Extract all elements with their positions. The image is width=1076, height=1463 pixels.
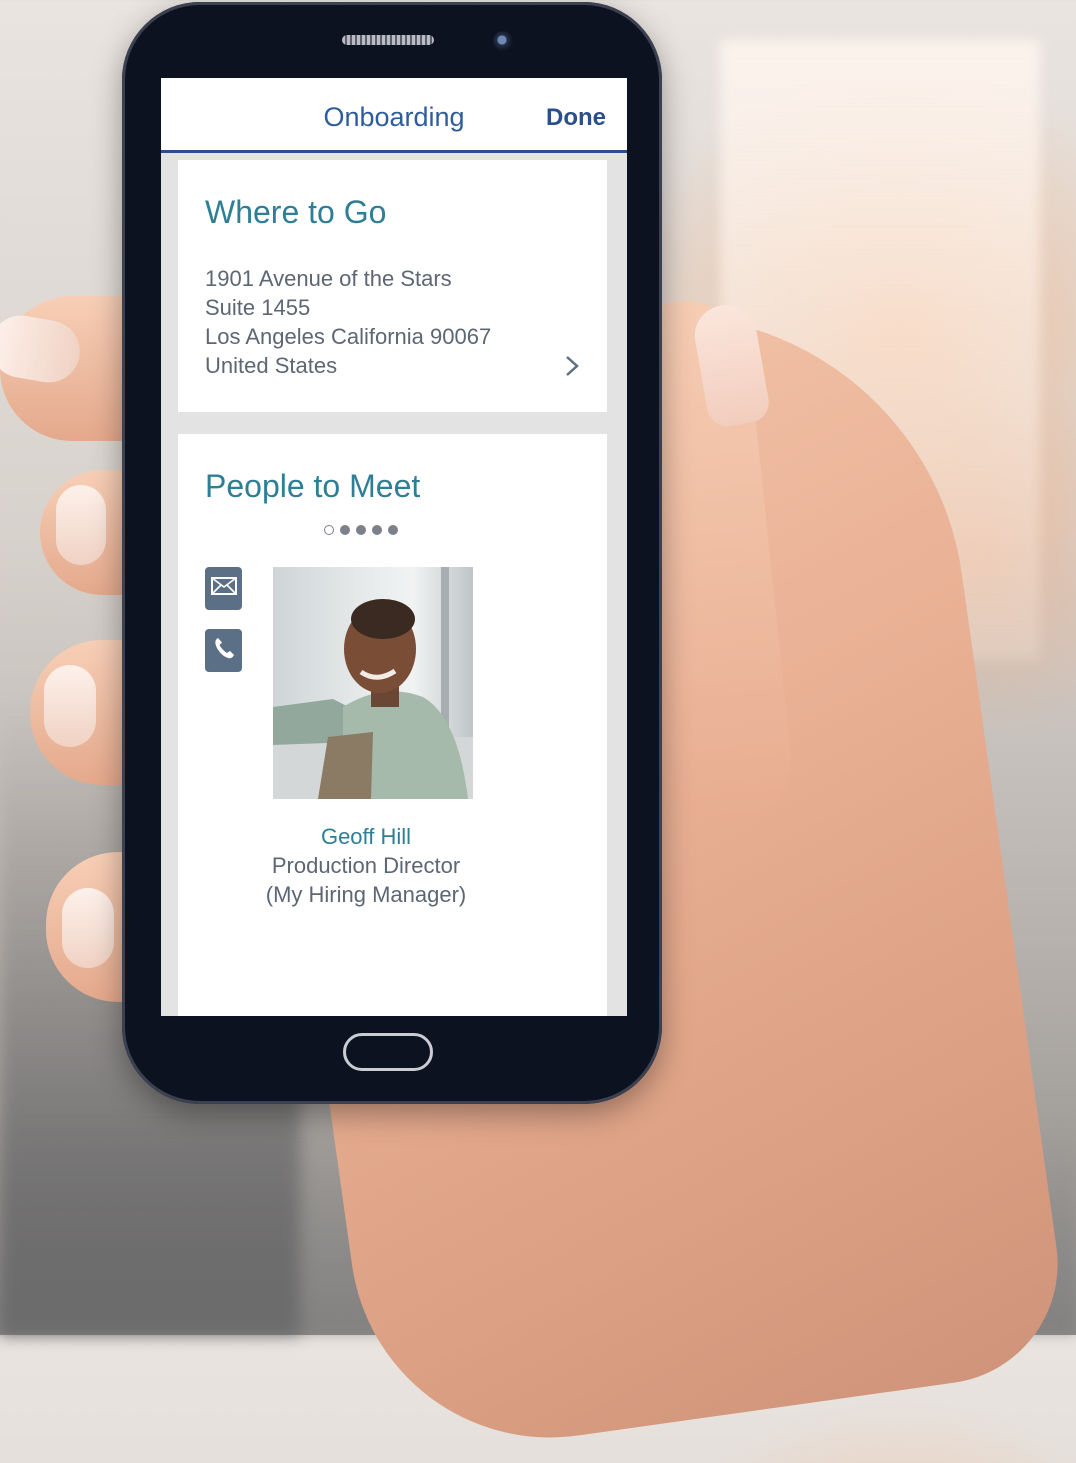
page-dot[interactable] <box>372 525 382 535</box>
phone-icon <box>213 636 235 665</box>
people-to-meet-card: People to Meet Geoff Hill Production Dir… <box>178 434 607 1016</box>
nav-bar: Onboarding Done <box>161 78 627 153</box>
chevron-right-icon[interactable] <box>564 353 580 383</box>
person-relation: (My Hiring Manager) <box>265 882 467 907</box>
done-button[interactable]: Done <box>546 104 606 132</box>
phone-button[interactable] <box>205 629 242 672</box>
address-line-suite: Suite 1455 <box>205 295 311 320</box>
finger-nail <box>62 888 114 968</box>
finger-nail <box>56 485 106 565</box>
page-dot[interactable] <box>340 525 350 535</box>
page-dot-active[interactable] <box>324 525 334 535</box>
page-dot[interactable] <box>356 525 366 535</box>
home-button[interactable] <box>343 1033 433 1071</box>
page-indicator[interactable] <box>324 525 398 539</box>
address-line-country: United States <box>205 353 338 378</box>
address-line-street: 1901 Avenue of the Stars <box>205 266 452 291</box>
where-to-go-card[interactable]: Where to Go 1901 Avenue of the Stars Sui… <box>178 160 607 412</box>
person-role: Production Director <box>271 853 461 878</box>
where-to-go-title: Where to Go <box>205 194 387 230</box>
front-camera <box>493 31 513 51</box>
person-photo <box>273 567 473 799</box>
person-name[interactable]: Geoff Hill <box>178 824 554 850</box>
address-line-city: Los Angeles California 90067 <box>205 324 492 349</box>
mail-icon <box>210 577 237 600</box>
finger-nail <box>44 665 96 747</box>
email-button[interactable] <box>205 567 242 610</box>
people-to-meet-title: People to Meet <box>205 468 421 504</box>
phone-speaker <box>342 35 434 45</box>
phone-screen: Onboarding Done Where to Go 1901 Avenue … <box>161 78 627 1016</box>
page-dot[interactable] <box>388 525 398 535</box>
